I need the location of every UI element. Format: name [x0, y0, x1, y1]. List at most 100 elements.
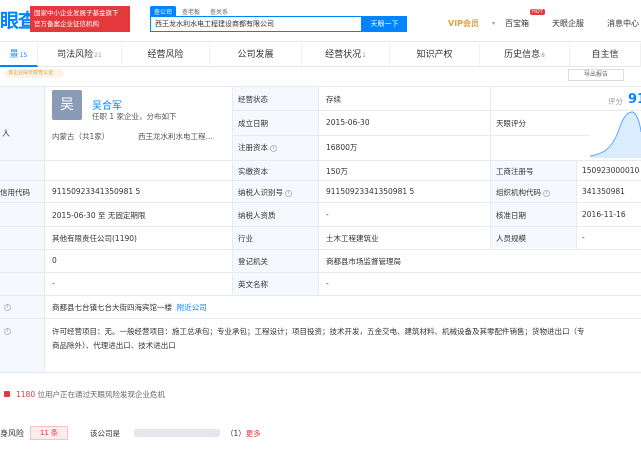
- score-label: 评分: [608, 97, 623, 106]
- search-button[interactable]: 天眼一下: [362, 16, 407, 32]
- taxpayer-id-value: 91150923341350981 5: [326, 187, 415, 196]
- taxpayer-id-label: 纳税人识别号 i: [238, 187, 292, 198]
- staff-size-value: -: [582, 233, 585, 242]
- credit-code-label: 信用代码: [0, 188, 30, 197]
- business-scope-line-2: 商品除外）、代理进出口、技术进出口: [52, 341, 176, 350]
- credit-code-value: 91150923341350981 5: [52, 187, 141, 196]
- redacted-company-name: [134, 429, 220, 437]
- business-term-value: 2015-06-30 至 无固定期限: [52, 211, 146, 220]
- row-divider: [232, 135, 590, 136]
- address-info-icon[interactable]: i: [2, 302, 11, 311]
- self-risk-count-badge[interactable]: 11 条: [30, 426, 68, 440]
- english-name-label: 英文名称: [238, 280, 268, 289]
- alert-icon: [4, 391, 10, 397]
- info-icon[interactable]: i: [285, 189, 292, 197]
- tab-operation-risk[interactable]: 经营风险: [122, 43, 210, 67]
- col-divider: [232, 86, 233, 296]
- self-risk-text: 该公司是: [90, 429, 120, 438]
- self-risk-count: （1）更多: [226, 429, 261, 438]
- section-tabs: 景15 司法风险21 经营风险 公司发展 经营状况1 知识产权 历史信息8 自主…: [0, 43, 641, 67]
- insured-count-value: 0: [52, 256, 57, 265]
- tab-history[interactable]: 历史信息8: [480, 43, 570, 67]
- enterprise-service-link[interactable]: 天眼企服: [552, 18, 584, 29]
- found-date-label: 成立日期: [238, 119, 268, 128]
- paid-capital-label: 实缴资本: [238, 167, 268, 176]
- found-date-value: 2015-06-30: [326, 118, 370, 127]
- reg-number-value: 150923000010: [582, 166, 640, 175]
- registered-capital-value: 16800万: [326, 143, 358, 152]
- row-divider: [0, 86, 641, 87]
- paid-capital-value: 150万: [326, 167, 348, 176]
- legal-rep-name[interactable]: 吴合军: [92, 97, 122, 112]
- search-input[interactable]: 西王龙水利水电工程建设商都有限公司: [150, 16, 362, 32]
- approval-date-label: 核准日期: [496, 211, 526, 220]
- info-strip: 该企业由天眼查认证 导出报告: [0, 67, 641, 83]
- row-divider: [0, 249, 641, 250]
- certified-pill: 该企业由天眼查认证: [4, 69, 64, 78]
- row-divider: [0, 272, 641, 273]
- vip-link[interactable]: VIP会员: [448, 18, 479, 29]
- registration-authority-label: 登记机关: [238, 257, 268, 266]
- score-distribution-chart: [590, 111, 641, 158]
- legal-rep-company-link[interactable]: 西王龙水利水电工程...: [138, 131, 213, 142]
- col-divider: [318, 86, 319, 296]
- former-name-value: -: [52, 279, 55, 288]
- business-scope-line-1: 许可经营项目：无。一般经营项目：施工总承包；专业承包；工程设计；项目投资；技术开…: [52, 327, 585, 336]
- score-curve-fill: [590, 112, 641, 158]
- self-risk-row: 身风险 11 条 该公司是 （1）更多: [0, 420, 641, 446]
- tab-intellectual-property[interactable]: 知识产权: [390, 43, 480, 67]
- more-link[interactable]: 更多: [246, 429, 261, 438]
- badge-line-1: 国家中小企业发展子基金旗下: [34, 9, 119, 17]
- hot-badge: HOT: [530, 9, 545, 15]
- legal-rep-label: 人: [2, 129, 10, 138]
- industry-value: 土木工程建筑业: [326, 234, 379, 243]
- treasure-box-link[interactable]: 百宝箱: [505, 18, 529, 29]
- approval-date-value: 2016-11-16: [582, 210, 626, 219]
- tab-operation-status[interactable]: 经营状况1: [302, 43, 390, 67]
- top-header: 眼查 国家中小企业发展子基金旗下 官方备案企业征信机构 查公司 查老板 查关系 …: [0, 0, 641, 42]
- taxpayer-qualification-label: 纳税人资质: [238, 211, 276, 220]
- nearby-companies-link[interactable]: 附近公司: [177, 303, 207, 312]
- registration-authority-value: 商都县市场监督管理局: [326, 257, 401, 266]
- col-divider: [490, 86, 491, 249]
- staff-size-label: 人员规模: [496, 234, 526, 243]
- col-divider: [576, 160, 577, 249]
- official-badge: 国家中小企业发展子基金旗下 官方备案企业征信机构: [30, 6, 130, 32]
- score-value: 91: [628, 92, 641, 107]
- risk-alert-banner: 1180 位用户正在通过天眼风险发现企业危机: [0, 386, 641, 404]
- row-divider: [0, 318, 641, 319]
- address-value: 商都县七台镇七台大街四海宾馆一楼 附近公司: [52, 303, 207, 312]
- info-icon[interactable]: i: [543, 189, 550, 197]
- avatar[interactable]: 吴: [52, 90, 82, 120]
- english-name-value: -: [326, 279, 329, 288]
- row-divider: [0, 160, 641, 161]
- status-value: 存续: [326, 95, 341, 104]
- tab-overview[interactable]: 景15: [0, 43, 38, 67]
- info-icon[interactable]: i: [270, 144, 277, 152]
- row-divider: [0, 180, 641, 181]
- registered-capital-label: 注册资本 i: [238, 142, 277, 153]
- org-code-value: 341350981: [582, 187, 625, 196]
- row-divider: [0, 372, 641, 373]
- taxpayer-qualification-value: -: [326, 210, 329, 219]
- row-divider: [0, 295, 641, 296]
- row-divider: [0, 202, 641, 203]
- legal-rep-region: 内蒙古（共1家）: [52, 132, 110, 141]
- scope-info-icon[interactable]: i: [2, 326, 11, 335]
- org-code-label: 组织机构代码 i: [496, 187, 550, 198]
- col-divider: [44, 86, 45, 372]
- row-divider: [232, 110, 641, 111]
- info-icon[interactable]: i: [4, 303, 11, 311]
- export-report-button[interactable]: 导出报告: [568, 69, 624, 81]
- self-risk-label: 身风险: [0, 429, 24, 438]
- risk-alert-text: 1180 位用户正在通过天眼风险发现企业危机: [16, 390, 165, 399]
- legal-rep-summary: 任职 1 家企业，分布如下: [92, 112, 177, 121]
- tab-company-development[interactable]: 公司发展: [210, 43, 302, 67]
- tab-judicial-risk[interactable]: 司法风险21: [38, 43, 122, 67]
- info-icon[interactable]: i: [4, 327, 11, 335]
- tianyan-score-label: 天眼评分: [496, 119, 526, 128]
- company-type-value: 其他有限责任公司(1190): [52, 234, 137, 243]
- tab-self-info[interactable]: 自主信: [570, 43, 641, 67]
- message-center-link[interactable]: 消息中心: [607, 18, 639, 29]
- status-label: 经营状态: [238, 95, 268, 104]
